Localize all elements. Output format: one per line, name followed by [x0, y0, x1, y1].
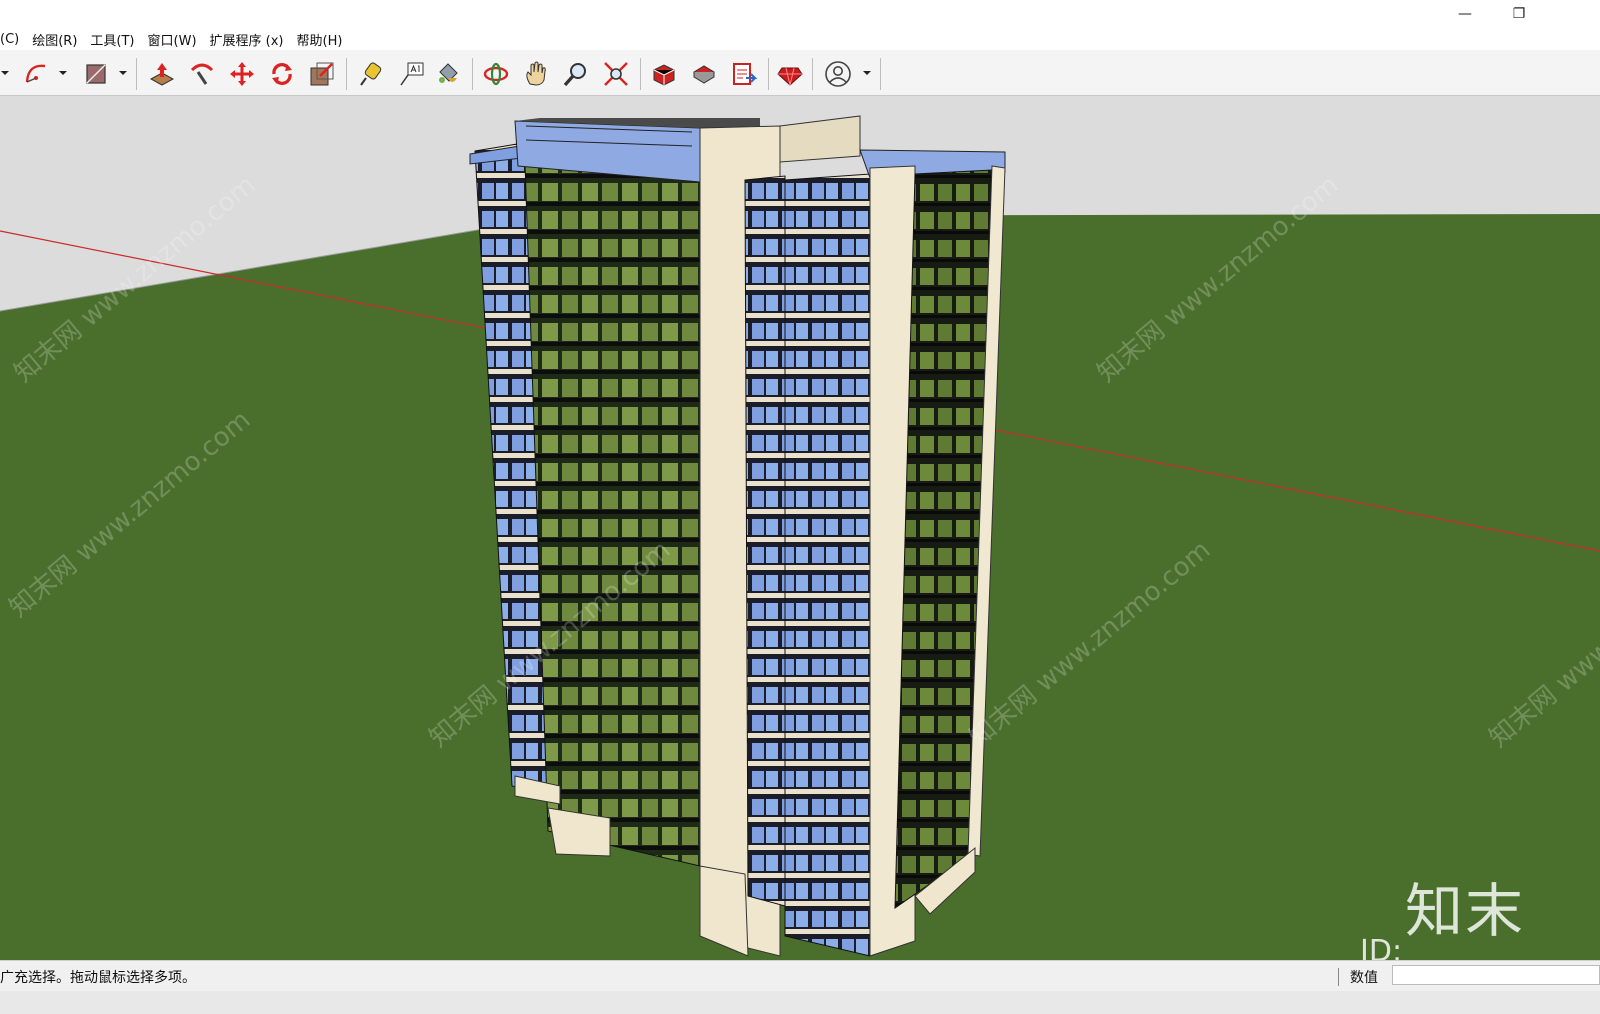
text-button[interactable] — [396, 58, 428, 90]
chevron-down-icon[interactable] — [862, 68, 872, 78]
zoom-extents-icon — [604, 62, 628, 86]
shape-button[interactable] — [80, 58, 112, 90]
toolbar-divider — [136, 58, 137, 90]
menu-camera[interactable]: (C) — [0, 32, 25, 47]
shape-icon — [86, 64, 106, 84]
status-hint: 广充选择。拖动鼠标选择多项。 — [0, 970, 196, 986]
paint-bucket-icon — [439, 63, 458, 83]
warehouse-icon — [653, 64, 675, 86]
tape-measure-button[interactable] — [356, 58, 388, 90]
account-button[interactable] — [822, 58, 854, 90]
push-pull-button[interactable] — [146, 58, 178, 90]
rotate-button[interactable] — [266, 58, 298, 90]
minimize-button[interactable]: — — [1448, 2, 1482, 26]
status-bottom-strip — [0, 991, 1600, 1014]
orbit-icon — [483, 62, 509, 86]
toolbar-divider — [880, 58, 881, 90]
orbit-button[interactable] — [480, 58, 512, 90]
text-icon — [400, 62, 424, 86]
scale-button[interactable] — [306, 58, 338, 90]
arc-button[interactable] — [20, 58, 52, 90]
send-to-layout-icon — [733, 63, 758, 85]
id-watermark: ID: 1129107257 — [1360, 934, 1403, 960]
main-facade-left — [524, 163, 701, 867]
send-to-layout-button[interactable] — [728, 58, 760, 90]
move-icon — [230, 62, 254, 86]
restore-button[interactable]: ❐ — [1502, 2, 1536, 26]
warehouse-button[interactable] — [648, 58, 680, 90]
arc-icon — [25, 64, 46, 83]
model-scene — [0, 96, 1600, 960]
central-balconies — [744, 175, 786, 907]
toolbar-divider — [768, 58, 769, 90]
chevron-down-icon[interactable] — [58, 68, 68, 78]
menu-extensions[interactable]: 扩展程序 (x) — [203, 30, 290, 49]
building-model — [469, 115, 1006, 957]
ruby-console-button[interactable] — [774, 58, 806, 90]
toolbar-divider — [640, 58, 641, 90]
measurements-label: 数值 — [1350, 970, 1378, 986]
paint-bucket-button[interactable] — [432, 58, 464, 90]
zoom-icon — [563, 63, 586, 87]
sketchup-window: — ❐ (C) 绘图(R) 工具(T) 窗口(W) 扩展程序 (x) 帮助(H) — [0, 0, 1600, 1014]
toolbar-divider — [472, 58, 473, 90]
menu-draw[interactable]: 绘图(R) — [25, 30, 83, 49]
status-divider — [1338, 968, 1339, 986]
chevron-down-icon[interactable] — [0, 68, 10, 78]
toolbar-divider — [812, 58, 813, 90]
east-balconies — [784, 173, 871, 957]
model-viewport[interactable]: 知末网 www.znzmo.com 知末网 www.znzmo.com 知末网 … — [0, 96, 1600, 960]
rotate-icon — [272, 63, 292, 85]
status-bar: 广充选择。拖动鼠标选择多项。 数值 — [0, 960, 1600, 1014]
measurements-field[interactable] — [1392, 965, 1600, 985]
menu-help[interactable]: 帮助(H) — [290, 30, 349, 49]
account-icon — [825, 61, 851, 87]
zoom-button[interactable] — [560, 58, 592, 90]
ruby-icon — [777, 67, 803, 86]
move-button[interactable] — [226, 58, 258, 90]
push-pull-icon — [149, 63, 175, 86]
extension-warehouse-icon — [693, 65, 715, 84]
pan-icon — [526, 61, 546, 86]
menu-window[interactable]: 窗口(W) — [141, 30, 203, 49]
toolbar-divider — [346, 58, 347, 90]
zoom-extents-button[interactable] — [600, 58, 632, 90]
tape-measure-icon — [360, 62, 382, 86]
extension-warehouse-button[interactable] — [688, 58, 720, 90]
menu-tools[interactable]: 工具(T) — [83, 30, 140, 49]
title-bar: — ❐ — [0, 0, 1600, 28]
main-toolbar — [0, 50, 1600, 96]
scale-icon — [310, 62, 334, 86]
follow-me-button[interactable] — [186, 58, 218, 90]
menu-bar: (C) 绘图(R) 工具(T) 窗口(W) 扩展程序 (x) 帮助(H) — [0, 28, 1600, 50]
follow-me-icon — [190, 63, 214, 85]
pan-button[interactable] — [520, 58, 552, 90]
chevron-down-icon[interactable] — [118, 68, 128, 78]
